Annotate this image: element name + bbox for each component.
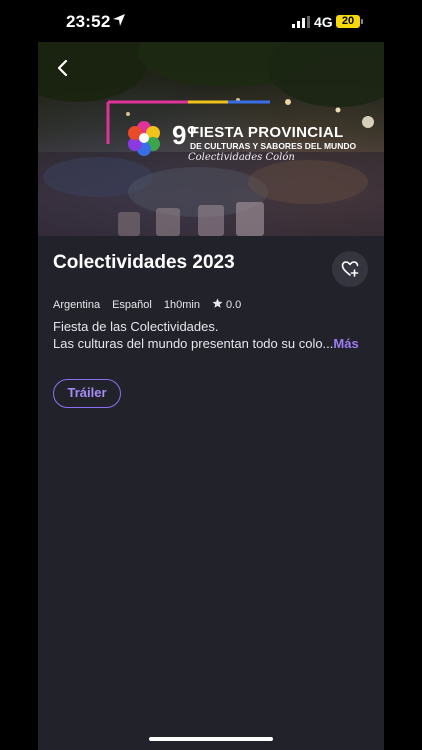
description-text: Las culturas del mundo presentan todo su… bbox=[53, 336, 334, 351]
location-arrow-icon bbox=[113, 14, 125, 26]
meta-language: Español bbox=[112, 298, 152, 311]
network-type: 4G bbox=[314, 14, 333, 30]
event-description: Fiesta de las Colectividades. Las cultur… bbox=[53, 318, 373, 352]
meta-country: Argentina bbox=[53, 298, 101, 311]
description-line-2: Las culturas del mundo presentan todo su… bbox=[53, 335, 373, 352]
status-bar: 23:52 4G 20 bbox=[38, 0, 384, 42]
festival-signature: Colectividades Colón bbox=[188, 152, 295, 163]
star-icon bbox=[212, 298, 223, 308]
meta-duration: 1h0min bbox=[163, 298, 200, 311]
more-link[interactable]: Más bbox=[333, 336, 358, 351]
rating-value: 0.0 bbox=[225, 299, 242, 311]
trailer-button[interactable]: Tráiler bbox=[53, 379, 121, 408]
back-chevron-icon[interactable] bbox=[52, 56, 74, 80]
home-indicator[interactable] bbox=[149, 737, 273, 741]
festival-subtitle: DE CULTURAS Y SABORES DEL MUNDO bbox=[190, 141, 357, 151]
signal-icon bbox=[292, 16, 310, 28]
status-time: 23:52 bbox=[66, 12, 111, 31]
hero-image: 9° FIESTA PROVINCIAL DE CULTURAS Y SABOR… bbox=[38, 42, 384, 236]
meta-rating: 0.0 bbox=[212, 298, 241, 311]
festival-title: FIESTA PROVINCIAL bbox=[190, 124, 344, 141]
app-screen: 23:52 4G 20 9° FIESTA PROVINCIAL DE CULT… bbox=[38, 0, 384, 750]
event-meta: Argentina Español 1h0min 0.0 bbox=[53, 298, 241, 312]
heart-plus-icon bbox=[341, 261, 359, 277]
description-line-1: Fiesta de las Colectividades. bbox=[53, 319, 219, 334]
event-title: Colectividades 2023 bbox=[53, 252, 235, 273]
favorite-button[interactable] bbox=[332, 251, 368, 287]
battery-tip bbox=[361, 19, 363, 24]
battery-indicator: 20 bbox=[336, 15, 360, 28]
